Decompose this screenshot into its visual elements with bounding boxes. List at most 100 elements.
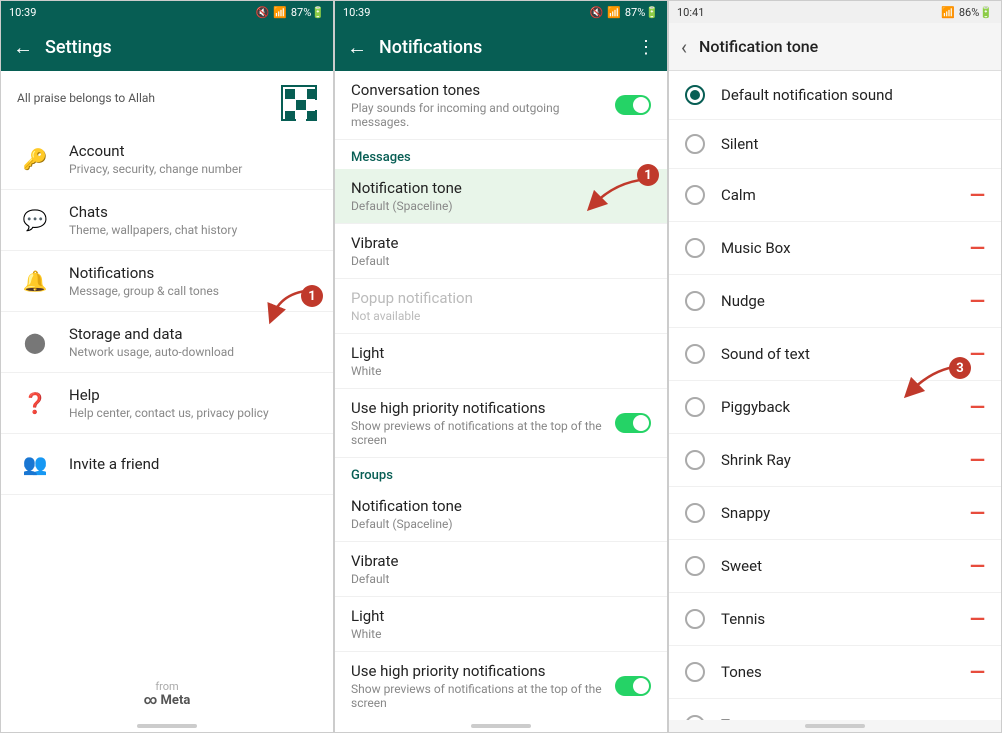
light-item[interactable]: Light White: [335, 334, 667, 389]
chats-subtitle: Theme, wallpapers, chat history: [69, 223, 317, 237]
tone-item-shrinkray[interactable]: Shrink Ray —: [669, 434, 1001, 487]
group-light-item[interactable]: Light White: [335, 597, 667, 652]
tone-item-tones[interactable]: Tones —: [669, 646, 1001, 699]
tone-minus-shrinkray[interactable]: —: [962, 448, 985, 472]
popup-item: Popup notification Not available: [335, 279, 667, 334]
group-high-priority-toggle[interactable]: [615, 676, 651, 696]
high-priority-item[interactable]: Use high priority notifications Show pre…: [335, 389, 667, 458]
qr-icon[interactable]: [281, 85, 317, 121]
notifications-title: Notifications: [69, 264, 317, 282]
badge-2: 1: [637, 164, 659, 186]
tone-minus-treasure[interactable]: —: [962, 713, 985, 720]
footer-from: from: [13, 680, 321, 693]
settings-item-chats[interactable]: 💬 Chats Theme, wallpapers, chat history: [1, 190, 333, 251]
settings-item-help[interactable]: ❓ Help Help center, contact us, privacy …: [1, 373, 333, 434]
settings-item-invite[interactable]: 👥 Invite a friend: [1, 434, 333, 495]
popup-label: Popup notification: [351, 289, 651, 307]
back-arrow-1[interactable]: ←: [13, 35, 33, 60]
settings-top-bar: ← Settings: [1, 23, 333, 71]
settings-qr-area: All praise belongs to Allah: [1, 71, 333, 129]
notifications-list: Conversation tones Play sounds for incom…: [335, 71, 667, 720]
key-icon: 🔑: [17, 141, 53, 177]
tone-item-nudge[interactable]: Nudge —: [669, 275, 1001, 328]
tone-name-shrinkray: Shrink Ray: [721, 451, 962, 469]
group-notif-tone-item[interactable]: Notification tone Default (Spaceline): [335, 487, 667, 542]
storage-subtitle: Network usage, auto-download: [69, 345, 317, 359]
tone-top-bar: ‹ Notification tone: [669, 23, 1001, 71]
tone-item-treasure[interactable]: Treasure —: [669, 699, 1001, 720]
tone-item-calm[interactable]: Calm —: [669, 169, 1001, 222]
settings-footer: from ∞ Meta: [1, 668, 333, 720]
tone-item-tennis[interactable]: Tennis —: [669, 593, 1001, 646]
groups-header: Groups: [335, 458, 667, 487]
tone-name-tones: Tones: [721, 663, 962, 681]
radio-sweet[interactable]: [685, 556, 705, 576]
tone-minus-tennis[interactable]: —: [962, 607, 985, 631]
radio-silent[interactable]: [685, 134, 705, 154]
tone-name-musicbox: Music Box: [721, 239, 962, 257]
scrollbar-1[interactable]: [137, 724, 197, 728]
back-arrow-3[interactable]: ‹: [681, 35, 687, 59]
tone-item-soundoftext[interactable]: Sound of text — 3: [669, 328, 1001, 381]
tone-minus-snappy[interactable]: —: [962, 501, 985, 525]
tone-minus-musicbox[interactable]: —: [962, 236, 985, 260]
tone-item-silent[interactable]: Silent: [669, 120, 1001, 169]
radio-default[interactable]: [685, 85, 705, 105]
group-vibrate-label: Vibrate: [351, 552, 651, 570]
status-bar-1: 10:39 🔇 📶 87%🔋: [1, 1, 333, 23]
tone-minus-sweet[interactable]: —: [962, 554, 985, 578]
vibrate-label: Vibrate: [351, 234, 651, 252]
radio-snappy[interactable]: [685, 503, 705, 523]
radio-tennis[interactable]: [685, 609, 705, 629]
account-subtitle: Privacy, security, change number: [69, 162, 317, 176]
group-vibrate-value: Default: [351, 572, 651, 586]
tone-panel: 10:41 📶 86%🔋 ‹ Notification tone Default…: [668, 0, 1002, 733]
high-priority-toggle[interactable]: [615, 413, 651, 433]
help-title: Help: [69, 386, 317, 404]
radio-nudge[interactable]: [685, 291, 705, 311]
tone-item-snappy[interactable]: Snappy —: [669, 487, 1001, 540]
annotation-area-2: 1: [579, 169, 659, 223]
settings-item-account[interactable]: 🔑 Account Privacy, security, change numb…: [1, 129, 333, 190]
status-bar-3: 10:41 📶 86%🔋: [669, 1, 1001, 23]
tone-title: Notification tone: [699, 37, 989, 56]
radio-treasure[interactable]: [685, 715, 705, 720]
radio-soundoftext[interactable]: [685, 344, 705, 364]
tone-name-tennis: Tennis: [721, 610, 962, 628]
tone-name-treasure: Treasure: [721, 716, 962, 720]
vibrate-item[interactable]: Vibrate Default: [335, 224, 667, 279]
radio-shrinkray[interactable]: [685, 450, 705, 470]
badge-3: 3: [949, 357, 971, 379]
tone-name-silent: Silent: [721, 135, 985, 153]
tone-minus-calm[interactable]: —: [962, 183, 985, 207]
invite-title: Invite a friend: [69, 455, 317, 473]
notification-tone-item[interactable]: Notification tone Default (Spaceline) 1: [335, 169, 667, 224]
conv-tones-toggle[interactable]: [615, 95, 651, 115]
chats-title: Chats: [69, 203, 317, 221]
status-bar-2: 10:39 🔇 📶 87%🔋: [335, 1, 667, 23]
tone-item-default[interactable]: Default notification sound: [669, 71, 1001, 120]
status-time-2: 10:39: [343, 6, 370, 19]
group-high-priority-item[interactable]: Use high priority notifications Show pre…: [335, 652, 667, 720]
settings-panel: 10:39 🔇 📶 87%🔋 ← Settings All praise bel…: [0, 0, 334, 733]
tone-item-musicbox[interactable]: Music Box —: [669, 222, 1001, 275]
group-high-priority-label: Use high priority notifications: [351, 662, 615, 680]
radio-tones[interactable]: [685, 662, 705, 682]
conversation-tones-item[interactable]: Conversation tones Play sounds for incom…: [335, 71, 667, 140]
tone-minus-tones[interactable]: —: [962, 660, 985, 684]
back-arrow-2[interactable]: ←: [347, 35, 367, 60]
chat-icon: 💬: [17, 202, 53, 238]
group-notif-tone-label: Notification tone: [351, 497, 651, 515]
more-icon-2[interactable]: ⋮: [637, 37, 655, 58]
settings-item-notifications[interactable]: 🔔 Notifications Message, group & call to…: [1, 251, 333, 312]
tone-minus-nudge[interactable]: —: [962, 289, 985, 313]
radio-musicbox[interactable]: [685, 238, 705, 258]
tone-item-sweet[interactable]: Sweet —: [669, 540, 1001, 593]
help-icon: ❓: [17, 385, 53, 421]
radio-piggyback[interactable]: [685, 397, 705, 417]
radio-calm[interactable]: [685, 185, 705, 205]
scrollbar-2[interactable]: [471, 724, 531, 728]
group-vibrate-item[interactable]: Vibrate Default: [335, 542, 667, 597]
badge-1: 1: [301, 285, 323, 307]
scrollbar-3[interactable]: [805, 724, 865, 728]
